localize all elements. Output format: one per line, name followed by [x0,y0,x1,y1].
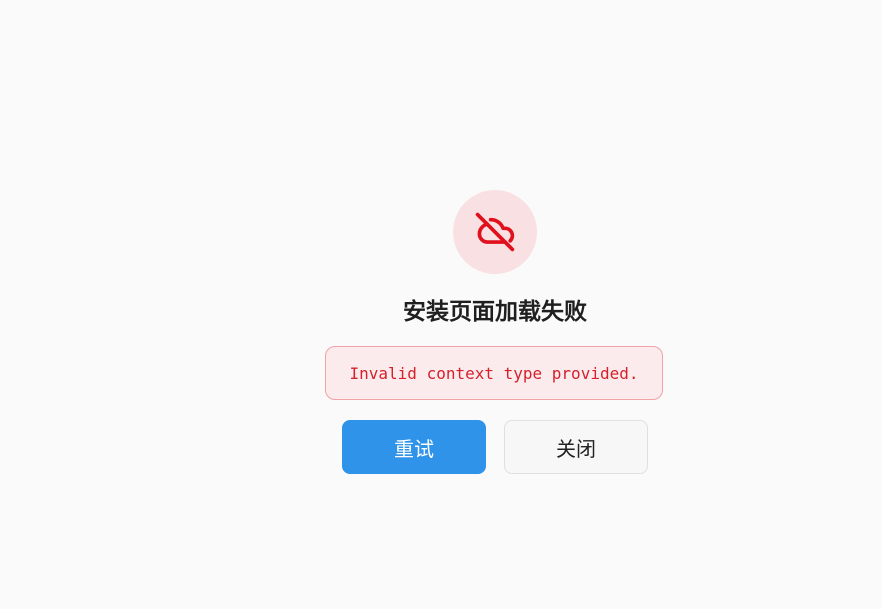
error-icon-badge [453,190,537,274]
cloud-off-icon [475,212,515,252]
close-button[interactable]: 关闭 [504,420,648,474]
retry-button[interactable]: 重试 [342,420,486,474]
error-title: 安装页面加载失败 [403,299,587,325]
error-page: 安装页面加载失败 Invalid context type provided. … [0,0,882,609]
error-message-box: Invalid context type provided. [325,346,663,400]
error-message: Invalid context type provided. [349,363,639,383]
